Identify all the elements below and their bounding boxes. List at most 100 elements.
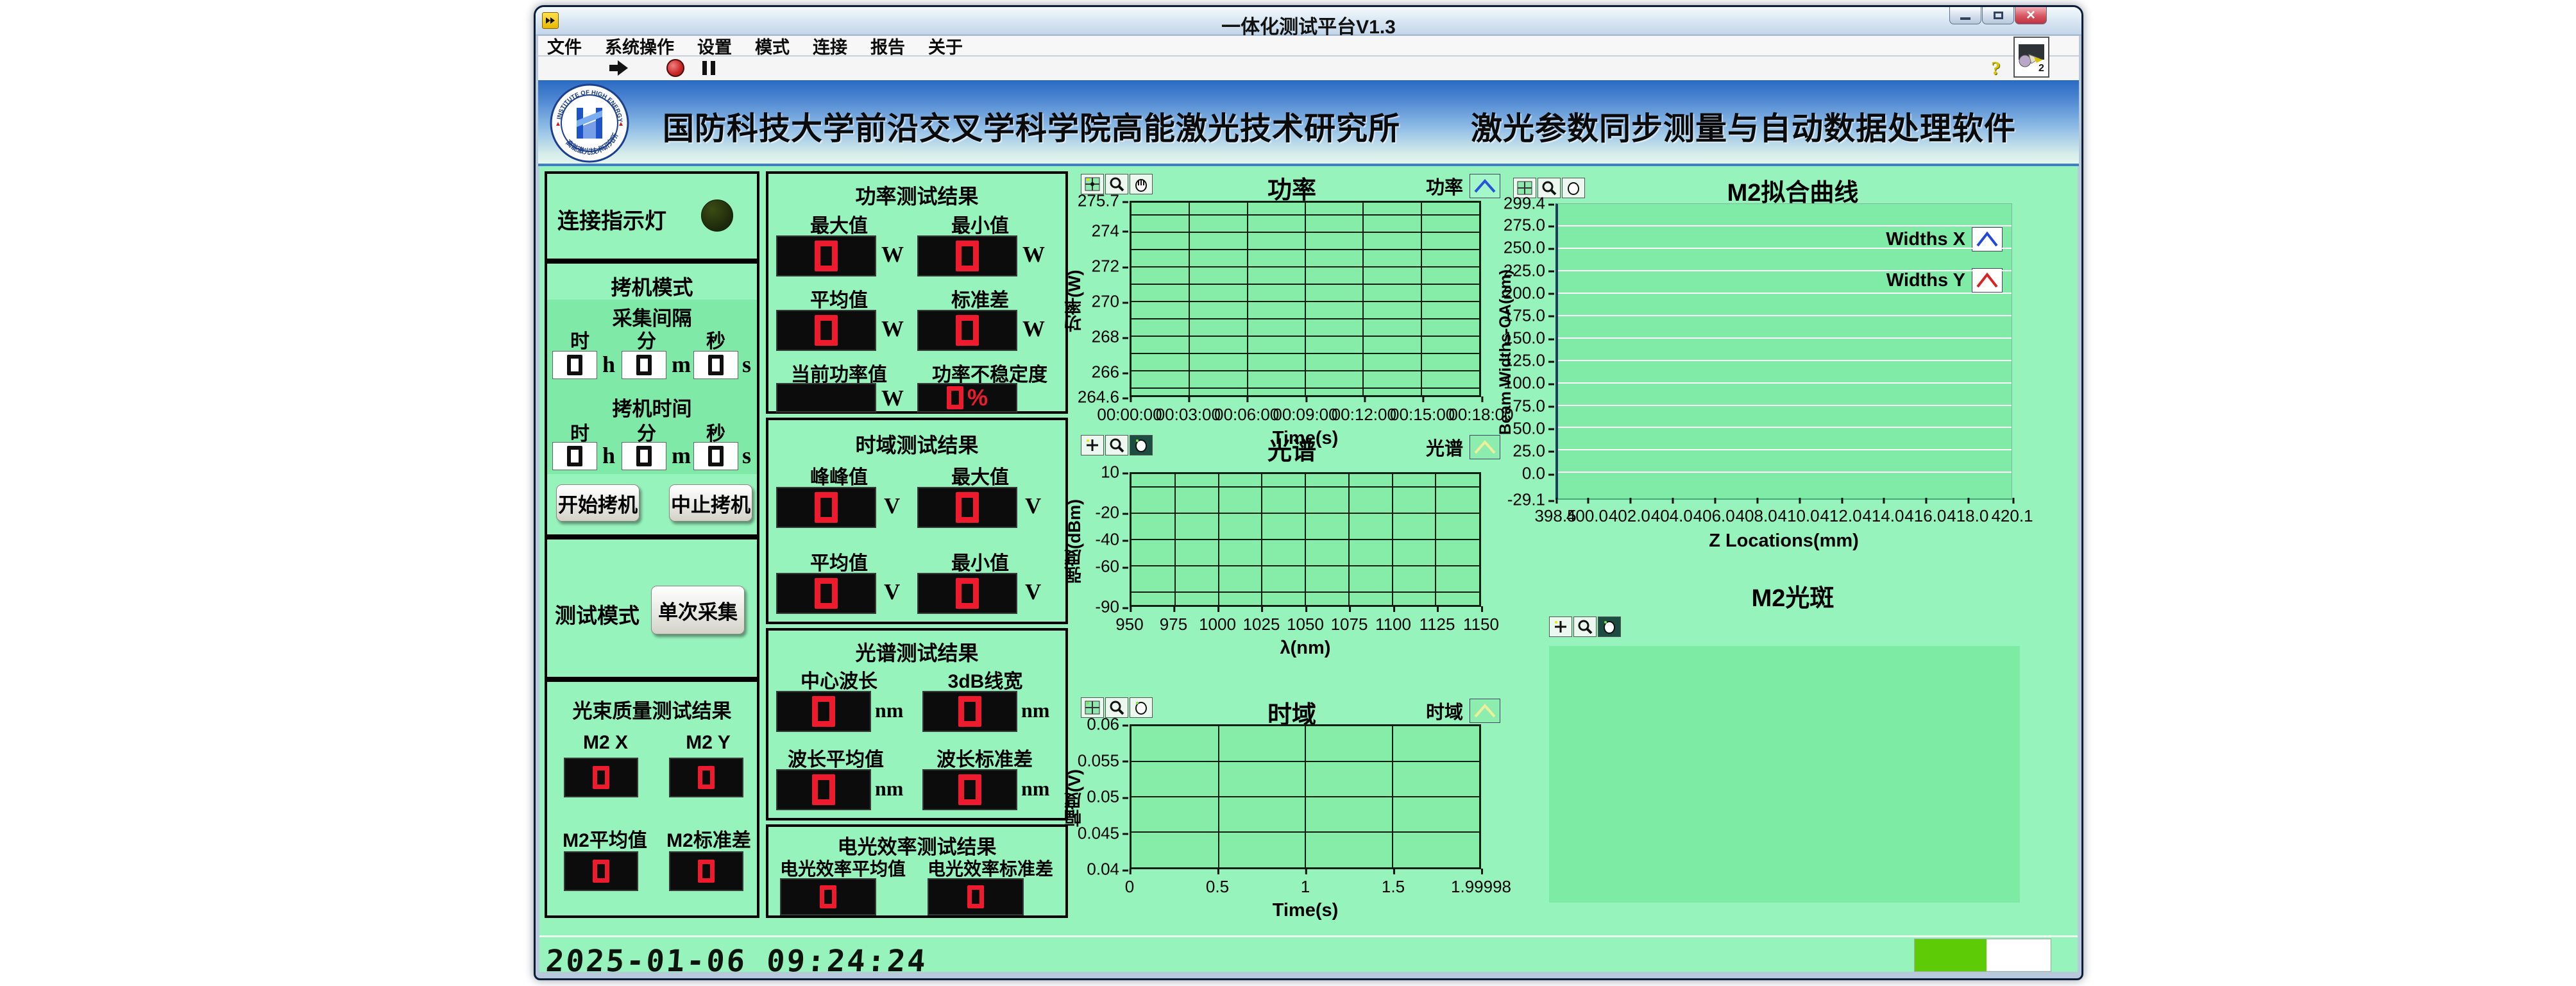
help-icon[interactable]: ? [1991, 58, 2001, 80]
time-pp-unit: V [884, 493, 900, 519]
time-results-box: 时域测试结果 峰峰值 最大值 V V 平均值 最小值 V V [766, 418, 1068, 624]
time-min-unit: V [1025, 579, 1041, 605]
power-max-display [776, 235, 876, 276]
time-avg-label: 平均值 [788, 547, 890, 575]
power-plot-area[interactable] [1130, 201, 1481, 397]
interval-sec-input[interactable] [693, 351, 738, 379]
start-burnin-button[interactable]: 开始拷机 [556, 484, 640, 522]
time-pp-display [776, 487, 876, 528]
stop-burnin-button[interactable]: 中止拷机 [669, 484, 752, 522]
title-bar[interactable]: 一体化测试平台V1.3 × [536, 7, 2081, 35]
pan-hand-icon[interactable] [1598, 616, 1621, 637]
spectrum-xlabel: λ(nm) [1130, 638, 1481, 659]
m2-plot-area[interactable]: Widths X Widths Y [1555, 203, 2012, 500]
m2-x-axis: 398.5400.0402.0404.0406.0408.0410.0412.0… [1555, 506, 2012, 525]
vi-icon: 2 [2013, 37, 2049, 78]
menu-mode[interactable]: 模式 [755, 33, 790, 58]
eff-std-label: 电光效率标准差 [917, 855, 1063, 881]
line-style-icon [1470, 699, 1500, 723]
m2-chart-title: M2拟合曲线 [1507, 173, 2079, 208]
timedomain-ylabel: 幅度(V) [1062, 753, 1087, 843]
m2-spot-tools [1549, 616, 1622, 637]
percent-sign: % [967, 384, 988, 411]
status-separator [539, 935, 2078, 937]
connection-led [701, 200, 733, 232]
svg-text:2: 2 [2038, 63, 2044, 72]
power-avg-unit: W [881, 316, 904, 342]
power-std-display [917, 310, 1017, 351]
duration-sec-input[interactable] [693, 442, 738, 470]
eff-avg-display [780, 878, 876, 915]
app-window: 一体化测试平台V1.3 × 文件 系统操作 设置 模式 连接 报告 关于 ? 2 [534, 5, 2083, 980]
interval-h-unit: h [602, 351, 615, 378]
spectrum-chart-legend[interactable]: 光谱 [1426, 434, 1500, 461]
duration-hour-input[interactable] [552, 442, 597, 470]
menu-file[interactable]: 文件 [547, 33, 582, 58]
time-max-label: 最大值 [929, 461, 1031, 489]
interval-sec-label: 秒 [706, 325, 725, 353]
connection-indicator-box: 连接指示灯 [545, 171, 759, 261]
screen: 一体化测试平台V1.3 × 文件 系统操作 设置 模式 连接 报告 关于 ? 2 [0, 0, 2576, 986]
spectrum-x-axis: 9509751000102510501075110011251150 [1130, 615, 1481, 634]
close-button[interactable]: × [2015, 7, 2047, 24]
spec-avg-display [776, 769, 871, 810]
spec-std-label: 波长标准差 [924, 744, 1046, 772]
spec-std-display [922, 769, 1017, 810]
interval-min-input[interactable] [622, 351, 666, 379]
power-std-unit: W [1022, 316, 1045, 342]
duration-s-unit: s [742, 442, 751, 469]
menu-system-ops[interactable]: 系统操作 [605, 33, 674, 58]
menu-settings[interactable]: 设置 [697, 33, 732, 58]
spectrum-results-box: 光谱测试结果 中心波长 3dB线宽 nm nm 波长平均值 波长标准差 nm n… [766, 628, 1068, 820]
legend-label: Widths X [1886, 229, 1965, 250]
progress-fill [1915, 939, 1987, 971]
m2x-label: M2 X [570, 732, 641, 754]
eff-avg-label: 电光效率平均值 [770, 855, 916, 881]
spec-3db-display [922, 691, 1017, 732]
m2y-label: M2 Y [673, 732, 743, 754]
m2-legend-y[interactable]: Widths Y [1886, 268, 2003, 293]
legend-label: 功率 [1426, 173, 1463, 200]
spec-3db-unit: nm [1021, 699, 1049, 722]
m2x-display [564, 758, 638, 797]
interval-hour-label: 时 [570, 325, 589, 353]
spectrum-plot-area[interactable] [1130, 472, 1481, 607]
m2-spot-section: M2光斑 [1507, 564, 2079, 918]
timedomain-x-axis: 00.511.51.99998 [1130, 877, 1481, 896]
power-results-box: 功率测试结果 最大值 最小值 W W 平均值 标准差 W W 当前功率值 功率不… [766, 171, 1068, 414]
graph-palette-icon[interactable] [1549, 616, 1572, 637]
banner: INSTITUTE OF HIGH ENERGY LASER 高能激光技术研究所… [538, 80, 2079, 166]
time-pp-label: 峰峰值 [788, 461, 890, 489]
m2-spot-display[interactable] [1549, 646, 2020, 903]
line-style-icon [1470, 435, 1500, 459]
interval-hour-input[interactable] [552, 351, 597, 379]
timedomain-plot-area[interactable] [1130, 724, 1481, 869]
timedomain-xlabel: Time(s) [1130, 900, 1481, 921]
efficiency-results-box: 电光效率测试结果 电光效率平均值 电光效率标准差 [766, 824, 1068, 918]
menu-about[interactable]: 关于 [928, 33, 963, 58]
abort-button[interactable] [666, 59, 684, 77]
minimize-icon [1960, 17, 1970, 20]
single-acquire-button[interactable]: 单次采集 [651, 586, 745, 634]
spectrum-ylabel: 强度(dBm) [1062, 490, 1087, 593]
duration-m-unit: m [672, 442, 691, 469]
pause-button[interactable] [702, 61, 719, 75]
interval-m-unit: m [672, 351, 691, 378]
burnin-mode-box: 拷机模式 采集间隔 时 分 秒 h m s 拷机时间 时 分 秒 h m [545, 261, 759, 537]
minimize-button[interactable] [1949, 7, 1981, 24]
line-style-icon [1470, 174, 1500, 198]
duration-min-input[interactable] [622, 442, 666, 470]
menu-connect[interactable]: 连接 [813, 33, 847, 58]
power-min-display [917, 235, 1017, 276]
beam-quality-box: 光束质量测试结果 M2 X M2 Y M2平均值 M2标准差 [545, 679, 759, 918]
menu-report[interactable]: 报告 [870, 33, 905, 58]
close-icon: × [2026, 9, 2035, 22]
spec-center-unit: nm [875, 699, 903, 722]
maximize-button[interactable] [1982, 7, 2014, 24]
timedomain-chart-legend[interactable]: 时域 [1426, 697, 1500, 724]
eff-std-display [928, 878, 1024, 915]
run-button[interactable] [609, 60, 631, 76]
duration-h-unit: h [602, 442, 615, 469]
zoom-icon[interactable] [1573, 616, 1597, 637]
power-chart-legend[interactable]: 功率 [1426, 173, 1500, 200]
